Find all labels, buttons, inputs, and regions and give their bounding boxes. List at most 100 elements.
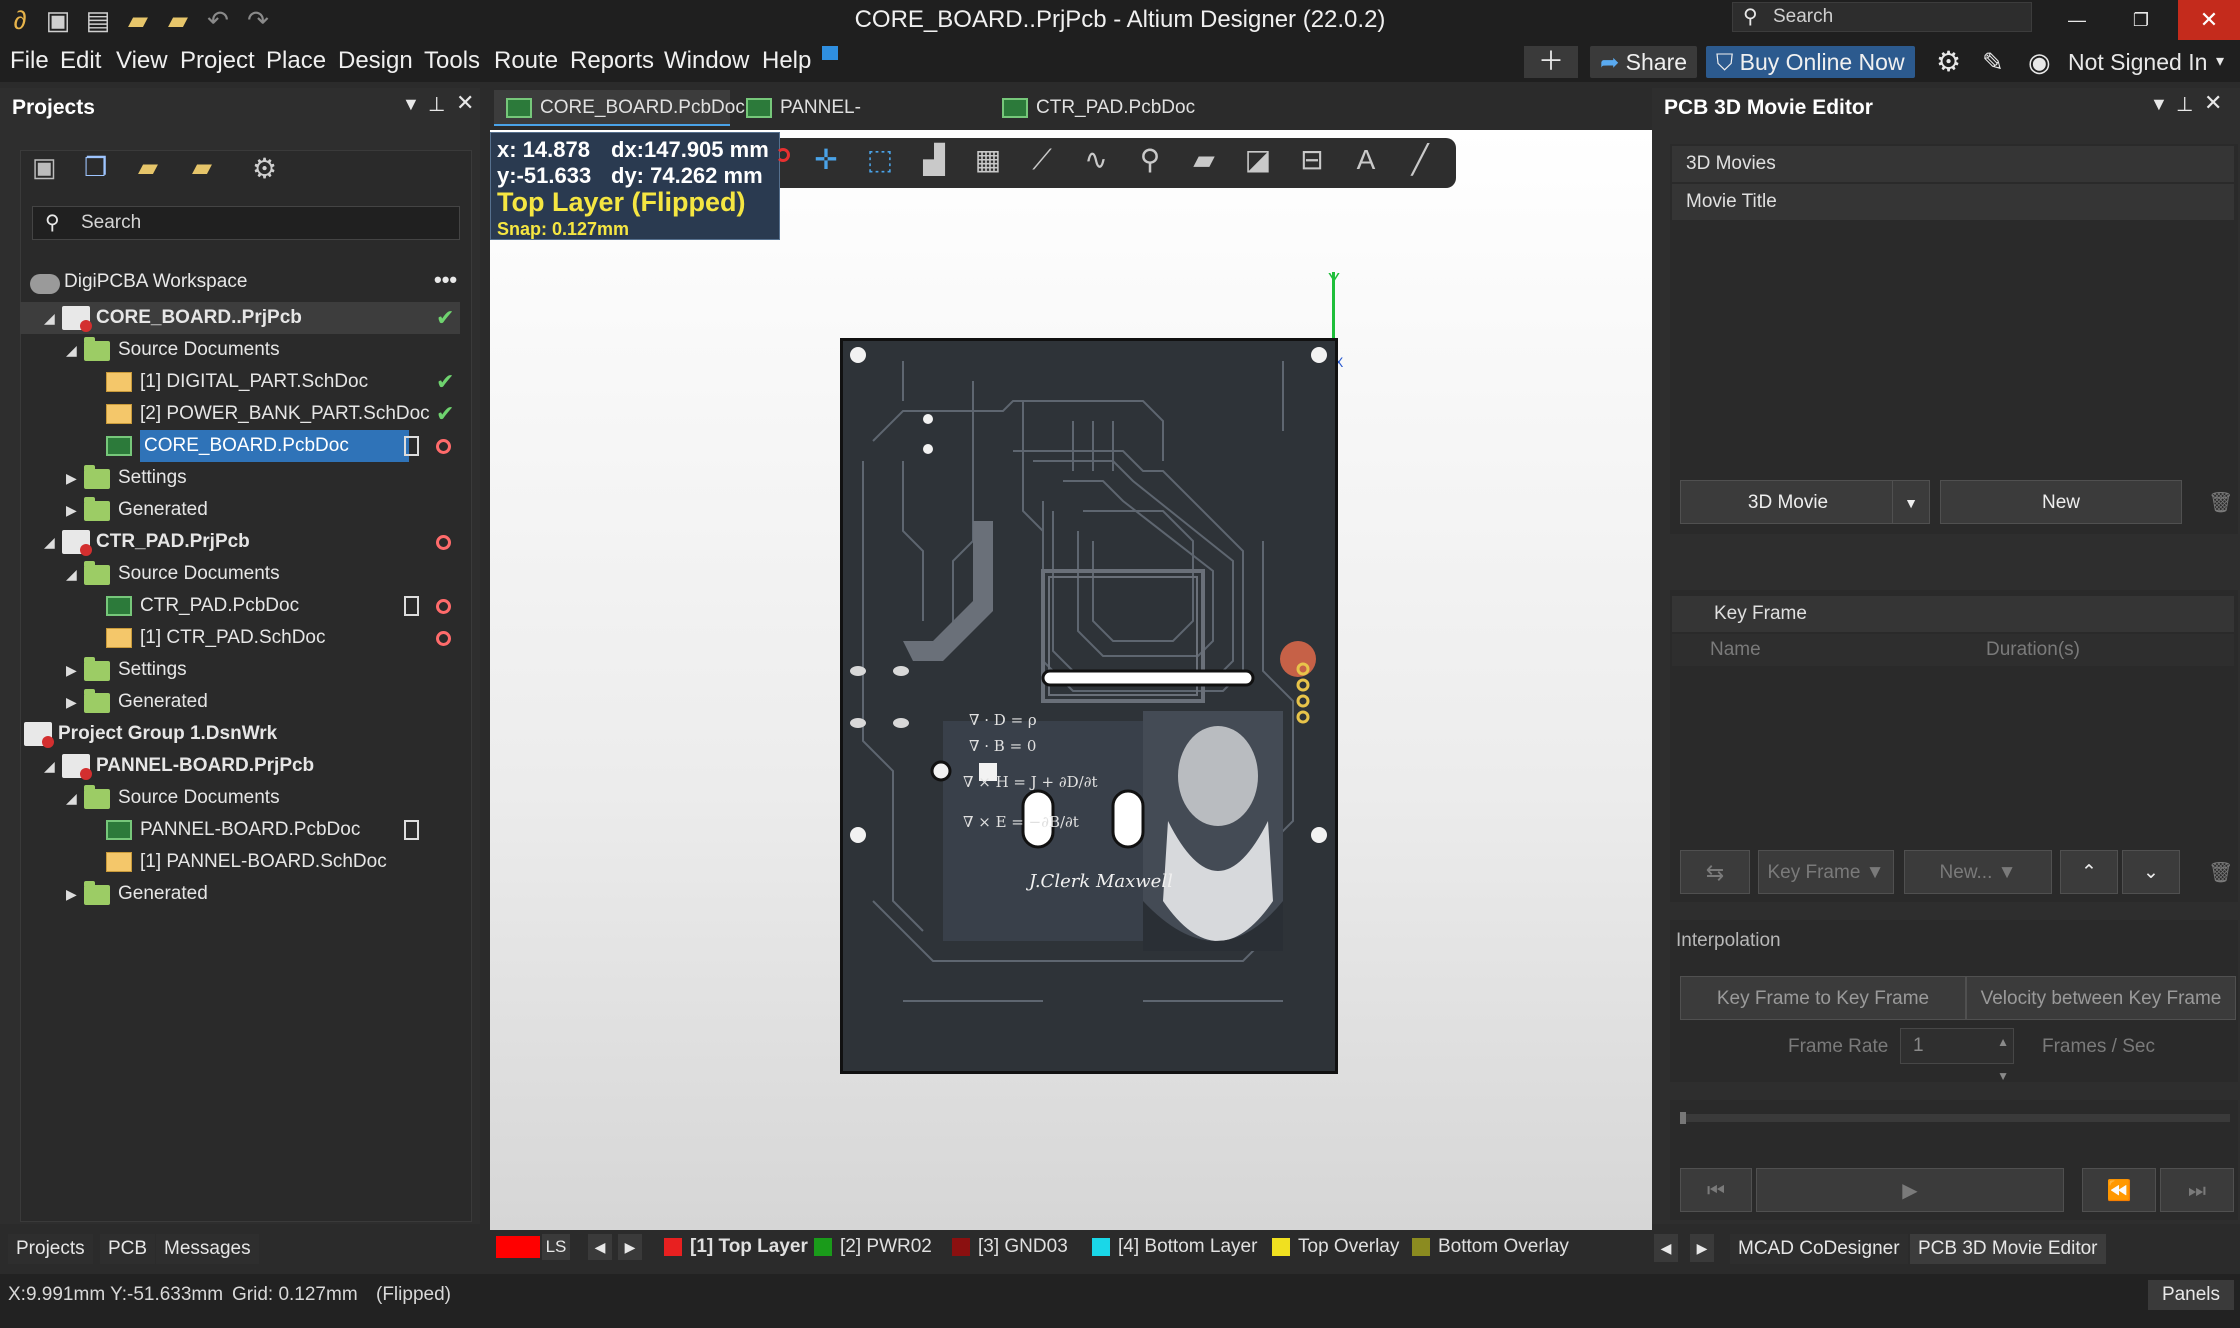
- go-end-icon[interactable]: ⏭: [2160, 1168, 2234, 1212]
- layer-tab[interactable]: Bottom Overlay: [1412, 1236, 1569, 1258]
- tree-item[interactable]: ◢ Source Documents: [20, 334, 460, 366]
- tree-item[interactable]: ▶ Settings: [20, 654, 460, 686]
- component-icon[interactable]: ▦: [968, 140, 1008, 180]
- tree-item[interactable]: ▶ Generated: [20, 494, 460, 526]
- select-rect-icon[interactable]: ⬚: [860, 140, 900, 180]
- filter-icon[interactable]: [776, 148, 790, 162]
- tab-core-board[interactable]: CORE_BOARD.PcbDoc: [494, 90, 745, 126]
- align-icon[interactable]: ▟: [914, 140, 954, 180]
- tree-item[interactable]: ◢ CORE_BOARD..PrjPcb ✔: [20, 302, 460, 334]
- workspace-label[interactable]: DigiPCBA Workspace: [64, 266, 247, 298]
- kf-to-kf-option[interactable]: Key Frame to Key Frame: [1680, 976, 1966, 1020]
- tab-mcad-codesigner[interactable]: MCAD CoDesigner: [1730, 1234, 1908, 1264]
- share-button[interactable]: ➦ Share: [1590, 46, 1698, 78]
- panel-tabs-next[interactable]: ▶: [1690, 1234, 1714, 1262]
- tree-item[interactable]: ▶ Generated: [20, 878, 460, 910]
- menu-route[interactable]: Route: [494, 40, 558, 82]
- notifications-icon[interactable]: ✎: [1982, 46, 2004, 78]
- tab-messages[interactable]: Messages: [156, 1234, 259, 1264]
- via-icon[interactable]: ⚲: [1130, 140, 1170, 180]
- move-down-icon[interactable]: ⌄: [2122, 850, 2180, 894]
- delete-movie-icon[interactable]: 🗑: [2208, 490, 2233, 515]
- movie-type-dropdown[interactable]: 3D Movie: [1680, 480, 1896, 524]
- swap-icon[interactable]: ⇆: [1680, 850, 1750, 894]
- layer-tab[interactable]: [4] Bottom Layer: [1092, 1236, 1257, 1258]
- pin-icon[interactable]: ⊥: [428, 92, 445, 117]
- tree-item[interactable]: ◢ PANNEL-BOARD.PrjPcb: [20, 750, 460, 782]
- account-label[interactable]: Not Signed In: [2068, 46, 2207, 78]
- tree-item[interactable]: ◢ CTR_PAD.PrjPcb: [20, 526, 460, 558]
- move-up-icon[interactable]: ⌃: [2060, 850, 2118, 894]
- collapse-arrow-icon[interactable]: ◢: [66, 558, 82, 590]
- pcb-board[interactable]: ∇ · D = ρ ∇ · B = 0 ∇ × H = J + ∂D/∂t ∇ …: [840, 338, 1338, 1074]
- layer-tab[interactable]: Top Overlay: [1272, 1236, 1399, 1258]
- layer-prev-button[interactable]: ◀: [588, 1234, 612, 1260]
- tab-pcb-3d-movie-editor[interactable]: PCB 3D Movie Editor: [1910, 1234, 2106, 1264]
- maximize-button[interactable]: ❐: [2118, 0, 2164, 40]
- layer-tab[interactable]: [1] Top Layer: [664, 1236, 808, 1258]
- workspace-more-icon[interactable]: •••: [434, 266, 457, 294]
- layer-tab[interactable]: [2] PWR02: [814, 1236, 932, 1258]
- keyframe-dropdown[interactable]: Key Frame ▼: [1758, 850, 1894, 894]
- panel-menu-icon[interactable]: ▼: [2150, 94, 2168, 115]
- spinner-icon[interactable]: ▲ ▼: [1997, 1025, 2009, 1093]
- collapse-arrow-icon[interactable]: ◢: [44, 750, 60, 782]
- panel-menu-icon[interactable]: ▼: [402, 94, 420, 115]
- tab-pannel-board[interactable]: PANNEL-BOARD.PcbDoc: [734, 90, 984, 154]
- expand-arrow-icon[interactable]: ▶: [66, 462, 82, 494]
- slider-thumb[interactable]: [1680, 1112, 1686, 1124]
- chevron-down-icon[interactable]: ▼: [1892, 480, 1930, 524]
- minimize-button[interactable]: —: [2054, 0, 2100, 40]
- menu-design[interactable]: Design: [338, 40, 413, 82]
- tree-item[interactable]: Project Group 1.DsnWrk: [20, 718, 460, 750]
- new-movie-button[interactable]: New: [1940, 480, 2182, 524]
- tree-item[interactable]: [1] PANNEL-BOARD.SchDoc: [20, 846, 460, 878]
- menu-file[interactable]: File: [10, 40, 49, 82]
- buy-online-button[interactable]: ⛉ Buy Online Now: [1706, 46, 1915, 78]
- collapse-arrow-icon[interactable]: ◢: [66, 782, 82, 814]
- tab-ctr-pad[interactable]: CTR_PAD.PcbDoc: [990, 90, 1200, 126]
- layer-set-button[interactable]: LS: [542, 1234, 570, 1260]
- frame-rate-input[interactable]: 1 ▲ ▼: [1900, 1028, 2014, 1083]
- tree-item[interactable]: CTR_PAD.PcbDoc: [20, 590, 460, 622]
- text-icon[interactable]: A: [1346, 140, 1386, 180]
- menu-help[interactable]: Help: [762, 40, 811, 82]
- user-icon[interactable]: ◉: [2028, 46, 2051, 78]
- gear-icon[interactable]: ⚙: [1936, 46, 1961, 78]
- menu-tools[interactable]: Tools: [424, 40, 480, 82]
- expand-arrow-icon[interactable]: ▶: [66, 654, 82, 686]
- polygon-icon[interactable]: ▰: [1184, 140, 1224, 180]
- panel-close-icon[interactable]: ✕: [456, 90, 474, 116]
- menu-project[interactable]: Project: [180, 40, 255, 82]
- project-search-input[interactable]: ⚲ Search: [32, 206, 460, 240]
- keepout-icon[interactable]: ◪: [1238, 140, 1278, 180]
- tree-item[interactable]: PANNEL-BOARD.PcbDoc: [20, 814, 460, 846]
- movie-title-row[interactable]: Movie Title: [1672, 184, 2234, 220]
- length-tune-icon[interactable]: ∿: [1076, 140, 1116, 180]
- tree-item[interactable]: ▶ Settings: [20, 462, 460, 494]
- tab-pcb[interactable]: PCB: [100, 1234, 156, 1264]
- compile-icon[interactable]: ❐: [84, 152, 107, 183]
- panels-button[interactable]: Panels: [2148, 1280, 2234, 1310]
- menu-edit[interactable]: Edit: [60, 40, 101, 82]
- expand-arrow-icon[interactable]: ▶: [66, 686, 82, 718]
- menu-view[interactable]: View: [116, 40, 168, 82]
- tree-item[interactable]: [2] POWER_BANK_PART.SchDoc ✔: [20, 398, 460, 430]
- dimension-icon[interactable]: ⊟: [1292, 140, 1332, 180]
- close-button[interactable]: ✕: [2178, 0, 2240, 40]
- tree-item[interactable]: CORE_BOARD.PcbDoc: [20, 430, 460, 462]
- velocity-option[interactable]: Velocity between Key Frame: [1966, 976, 2236, 1020]
- tree-item[interactable]: ◢ Source Documents: [20, 782, 460, 814]
- settings-gear-icon[interactable]: ⚙: [252, 152, 277, 185]
- layer-next-button[interactable]: ▶: [618, 1234, 642, 1260]
- menu-place[interactable]: Place: [266, 40, 326, 82]
- play-icon[interactable]: ▶: [1756, 1168, 2064, 1212]
- new-keyframe-dropdown[interactable]: New... ▼: [1904, 850, 2052, 894]
- account-chevron-icon[interactable]: ▾: [2216, 46, 2224, 78]
- global-search[interactable]: ⚲ Search: [1732, 2, 2032, 32]
- menu-window[interactable]: Window: [664, 40, 749, 82]
- collapse-arrow-icon[interactable]: ◢: [44, 302, 60, 334]
- project-options-icon[interactable]: ▰: [192, 152, 212, 183]
- tab-projects[interactable]: Projects: [8, 1234, 93, 1264]
- open-folder-icon[interactable]: ▰: [138, 152, 158, 183]
